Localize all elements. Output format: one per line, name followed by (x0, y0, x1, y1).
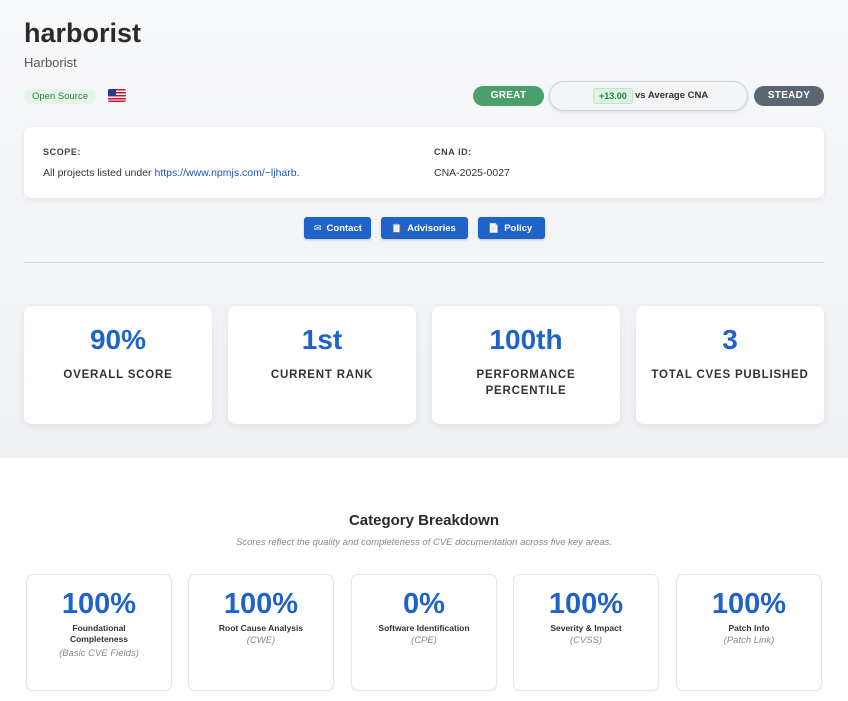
stat-value: 1st (301, 324, 343, 355)
mail-icon: ✉ (314, 223, 322, 233)
category-sub: (Basic CVE Fields) (59, 648, 139, 659)
category-sub: (CVSS) (569, 635, 603, 646)
category-sub: (Patch Link) (723, 635, 775, 646)
stat-card-current-rank: 1st CURRENT RANK (228, 306, 416, 424)
page-title: harborist (24, 18, 142, 48)
stat-label: PERFORMANCE PERCENTILE (476, 369, 576, 397)
cna-id-value: CNA-2025-0027 (434, 167, 510, 179)
contact-label: Contact (326, 223, 362, 234)
stat-label: TOTAL CVES PUBLISHED (651, 369, 809, 381)
stat-card-overall-score: 90% OVERALL SCORE (24, 306, 212, 424)
clipboard-icon: 📋 (391, 223, 403, 233)
great-badge: GREAT (473, 86, 544, 106)
breakdown-title: Category Breakdown (348, 512, 500, 529)
vs-average-label: vs Average CNA (635, 90, 709, 101)
category-card-software-id: 0% Software Identification (CPE) (351, 574, 497, 691)
stat-label: OVERALL SCORE (63, 369, 173, 381)
open-source-badge: Open Source (24, 89, 96, 104)
policy-label: Policy (504, 223, 533, 234)
scope-text: All projects listed under (43, 167, 155, 179)
info-card: SCOPE: All projects listed under https:/… (24, 127, 824, 198)
category-score: 0% (403, 588, 445, 620)
contact-button[interactable]: ✉ Contact (304, 217, 371, 239)
score-delta: +13.00 (593, 88, 633, 104)
advisories-label: Advisories (407, 223, 456, 234)
category-card-severity: 100% Severity & Impact (CVSS) (513, 574, 659, 691)
stat-label: CURRENT RANK (270, 369, 374, 381)
divider (24, 262, 824, 263)
steady-badge: STEADY (754, 86, 824, 106)
scope-link[interactable]: https://www.npmjs.com/~ljharb (154, 167, 296, 179)
scope-label: SCOPE: (43, 147, 82, 157)
us-flag-icon (108, 89, 126, 102)
category-sub: (CWE) (246, 635, 276, 646)
category-score: 100% (548, 588, 624, 620)
category-score: 100% (711, 588, 787, 620)
cna-id-label: CNA ID: (434, 147, 472, 157)
breakdown-subtitle: Scores reflect the quality and completen… (236, 537, 612, 548)
stat-value: 90% (89, 324, 147, 355)
advisories-button[interactable]: 📋 Advisories (381, 217, 468, 239)
category-name: Patch Info (728, 623, 770, 633)
category-name: Root Cause Analysis (218, 623, 304, 633)
stat-card-total-cves: 3 TOTAL CVES PUBLISHED (636, 306, 824, 424)
scope-end: . (296, 167, 300, 179)
category-score: 100% (61, 588, 137, 620)
category-name: Foundational Completeness (69, 623, 129, 644)
policy-button[interactable]: 📄 Policy (478, 217, 545, 239)
category-name: Software Identification (378, 623, 470, 633)
category-card-root-cause: 100% Root Cause Analysis (CWE) (188, 574, 334, 691)
vs-average-badge: +13.00 vs Average CNA (549, 81, 748, 111)
page-subtitle: Harborist (24, 55, 77, 70)
scope-value: All projects listed under https://www.np… (43, 167, 300, 179)
category-card-patch-info: 100% Patch Info (Patch Link) (676, 574, 822, 691)
category-sub: (CPE) (411, 635, 437, 646)
category-name: Severity & Impact (550, 623, 622, 633)
document-icon: 📄 (488, 223, 500, 233)
stat-value: 3 (722, 324, 738, 355)
category-score: 100% (223, 588, 299, 620)
category-card-foundational: 100% Foundational Completeness (Basic CV… (26, 574, 172, 691)
stat-card-percentile: 100th PERFORMANCE PERCENTILE (432, 306, 620, 424)
stat-value: 100th (489, 324, 563, 355)
